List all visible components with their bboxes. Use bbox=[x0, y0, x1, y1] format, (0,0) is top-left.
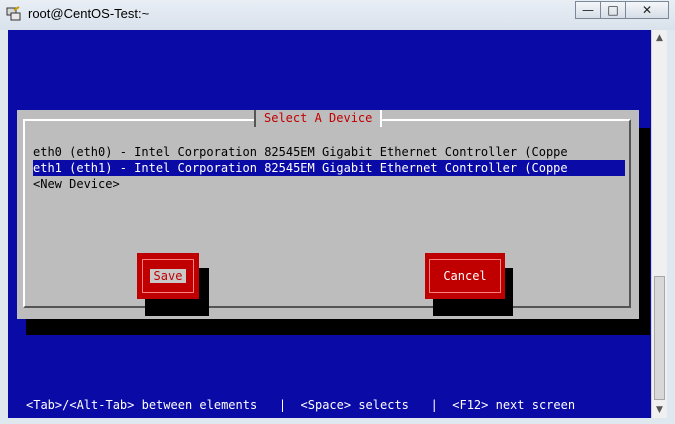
cancel-button[interactable]: Cancel bbox=[425, 253, 505, 299]
close-button[interactable]: ✕ bbox=[625, 1, 669, 19]
dialog-title: Select A Device bbox=[254, 110, 383, 127]
terminal-area[interactable]: Select A Device eth0 (eth0) - Intel Corp… bbox=[8, 30, 651, 418]
minimize-icon: — bbox=[582, 3, 594, 17]
list-item-eth0[interactable]: eth0 (eth0) - Intel Corporation 82545EM … bbox=[33, 144, 625, 160]
terminal-scrollbar[interactable]: ▲ ▼ bbox=[651, 30, 667, 418]
save-button[interactable]: Save bbox=[137, 253, 199, 299]
window-right-edge bbox=[667, 30, 675, 424]
maximize-button[interactable]: □ bbox=[600, 1, 626, 19]
select-device-dialog: Select A Device eth0 (eth0) - Intel Corp… bbox=[17, 110, 639, 319]
window-bottom-edge bbox=[0, 418, 675, 424]
window-title: root@CentOS-Test:~ bbox=[28, 6, 150, 21]
save-button-label: Save bbox=[149, 269, 187, 283]
device-list[interactable]: eth0 (eth0) - Intel Corporation 82545EM … bbox=[33, 144, 625, 192]
list-item-new-device[interactable]: <New Device> bbox=[33, 176, 625, 192]
status-bar-help: <Tab>/<Alt-Tab> between elements | <Spac… bbox=[26, 398, 576, 412]
list-item-eth1[interactable]: eth1 (eth1) - Intel Corporation 82545EM … bbox=[33, 160, 625, 176]
close-icon: ✕ bbox=[641, 3, 653, 17]
window-titlebar[interactable]: root@CentOS-Test:~ — □ ✕ bbox=[0, 0, 675, 30]
cancel-button-label: Cancel bbox=[443, 269, 487, 283]
scroll-up-icon[interactable]: ▲ bbox=[652, 30, 667, 46]
save-button-inner: Save bbox=[142, 259, 194, 293]
maximize-icon: □ bbox=[607, 3, 619, 17]
scroll-down-icon[interactable]: ▼ bbox=[652, 402, 667, 418]
putty-icon bbox=[6, 6, 21, 21]
scrollbar-thumb[interactable] bbox=[654, 276, 665, 400]
minimize-button[interactable]: — bbox=[575, 1, 601, 19]
cancel-button-inner: Cancel bbox=[429, 259, 501, 293]
